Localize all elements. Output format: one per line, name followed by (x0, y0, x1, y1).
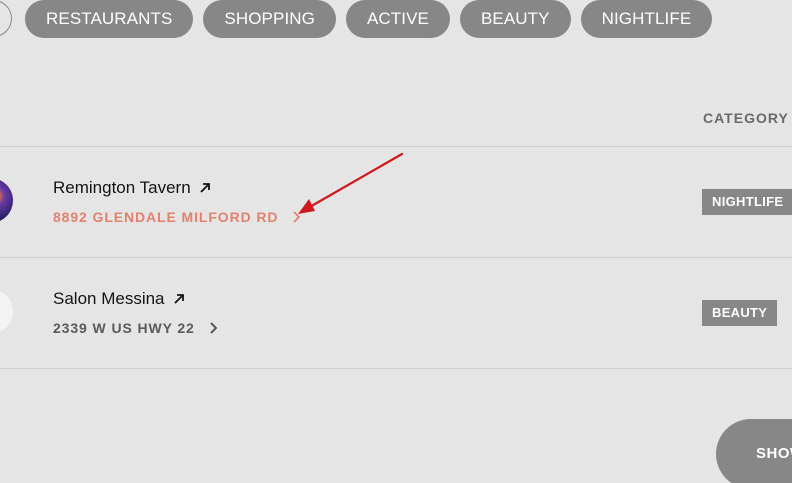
business-name[interactable]: Remington Tavern (53, 178, 191, 198)
filter-pill-shopping[interactable]: SHOPPING (203, 0, 336, 38)
category-badge: BEAUTY (702, 300, 778, 326)
row-divider (0, 257, 792, 258)
arrow-up-right-icon[interactable] (173, 293, 185, 305)
filter-pill-all[interactable] (0, 0, 12, 37)
business-avatar (0, 178, 13, 223)
show-more-button[interactable]: SHOW (716, 419, 792, 483)
chevron-right-icon[interactable] (209, 321, 218, 335)
page: RESTAURANTS SHOPPING ACTIVE BEAUTY NIGHT… (0, 0, 792, 483)
business-address[interactable]: 2339 W US HWY 22 (53, 320, 195, 336)
column-header-name[interactable]: E (0, 110, 1, 126)
business-address[interactable]: 8892 GLENDALE MILFORD RD (53, 209, 278, 225)
address-link[interactable]: 2339 W US HWY 22 (53, 320, 218, 336)
column-header-category[interactable]: CATEGORY (703, 110, 789, 126)
category-filter-bar: RESTAURANTS SHOPPING ACTIVE BEAUTY NIGHT… (25, 0, 713, 38)
filter-pill-restaurants[interactable]: RESTAURANTS (25, 0, 194, 38)
filter-pill-beauty[interactable]: BEAUTY (459, 0, 571, 38)
arrow-up-right-icon[interactable] (199, 182, 211, 194)
annotation-arrow (298, 152, 404, 214)
chevron-right-icon[interactable] (292, 210, 301, 224)
category-badge: NIGHTLIFE (702, 189, 792, 215)
business-name-link[interactable]: Salon Messina (53, 289, 185, 309)
business-avatar (0, 289, 13, 334)
filter-pill-active[interactable]: ACTIVE (345, 0, 450, 38)
business-name-link[interactable]: Remington Tavern (53, 178, 211, 198)
business-name[interactable]: Salon Messina (53, 289, 165, 309)
address-link[interactable]: 8892 GLENDALE MILFORD RD (53, 209, 301, 225)
table-header-divider (0, 146, 792, 147)
filter-pill-nightlife[interactable]: NIGHTLIFE (580, 0, 713, 38)
row-divider (0, 368, 792, 369)
